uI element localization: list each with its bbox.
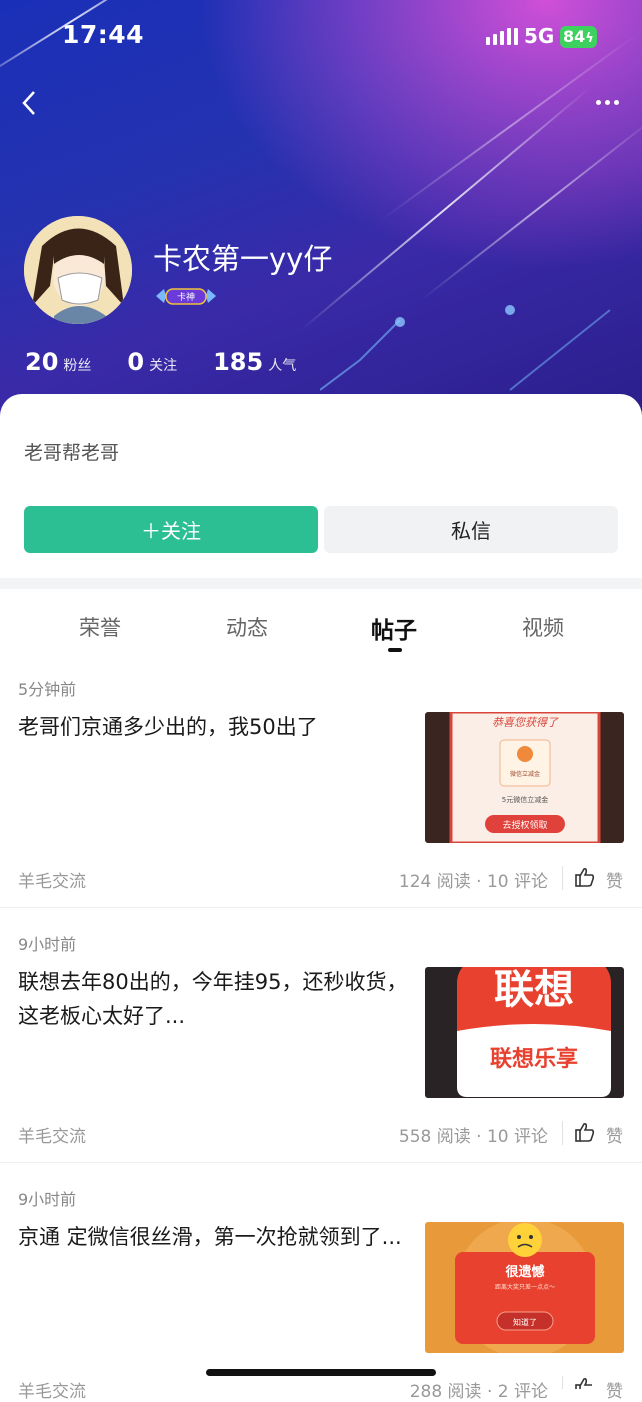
post-category[interactable]: 羊毛交流 [18,867,86,892]
network-label: 5G [524,24,555,48]
status-time: 17:44 [62,20,145,49]
thumb-sub: 联想乐享 [490,1046,578,1072]
more-options-icon[interactable] [596,100,619,105]
tab-videos[interactable]: 视频 [522,612,564,642]
thumb-sub: 5元微信立减金 [502,795,548,804]
thumbs-up-icon[interactable] [574,866,596,888]
thumb-header: 恭喜您获得了 [492,716,559,729]
profile-bio: 老哥帮老哥 [24,442,120,464]
post-time: 9小时前 [18,935,77,954]
home-indicator[interactable] [206,1369,436,1376]
thumb-big: 联想 [494,967,574,1013]
post-category[interactable]: 羊毛交流 [18,1377,86,1402]
like-label[interactable]: 赞 [606,1377,623,1402]
like-label[interactable]: 赞 [606,867,623,892]
post-title[interactable]: 老哥们京通多少出的，我50出了 [18,710,413,744]
post-title[interactable]: 京通 定微信很丝滑，第一次抢就领到了... [18,1220,413,1254]
like-label[interactable]: 赞 [606,1122,623,1147]
battery-icon: 84ϟ [560,26,597,48]
avatar[interactable] [24,216,132,324]
post-time: 9小时前 [18,1190,77,1209]
post-meta: 288 阅读 · 2 评论 [409,1382,548,1402]
followers-label: 粉丝 [63,358,92,374]
tab-honor[interactable]: 荣誉 [79,612,121,642]
followers-count: 20 [25,348,59,376]
active-tab-indicator [388,648,402,652]
thumb-button: 知道了 [513,1317,537,1327]
follow-button[interactable]: ＋关注 [24,506,318,553]
profile-stats: 20 粉丝 0 关注 185 人气 [25,348,332,376]
post-title[interactable]: 联想去年80出的，今年挂95，还秒收货，这老板心太好了... [18,965,413,1033]
thumbs-up-icon[interactable] [574,1121,596,1143]
post-thumbnail[interactable]: 很遗憾 距离大奖只差一点点～ 知道了 [425,1222,624,1353]
kashen-badge-icon: 卡神 [156,288,216,305]
tab-activity[interactable]: 动态 [226,612,268,642]
post-time: 5分钟前 [18,680,77,699]
thumb-sub: 距离大奖只差一点点～ [495,1283,555,1291]
post-category[interactable]: 羊毛交流 [18,1122,86,1147]
section-divider [0,578,642,589]
tab-posts[interactable]: 帖子 [371,611,417,645]
post-meta: 558 阅读 · 10 评论 [398,1127,548,1147]
post-meta: 124 阅读 · 10 评论 [398,872,548,892]
thumb-button: 去授权领取 [502,819,547,831]
thumb-card: 微信立减金 [510,770,540,778]
back-arrow-icon[interactable] [18,88,48,118]
message-button[interactable]: 私信 [324,506,618,553]
popularity-count: 185 [213,348,264,376]
following-label: 关注 [149,358,178,374]
following-count: 0 [127,348,145,376]
post-thumbnail[interactable]: 联想 联想乐享 [425,967,624,1098]
profile-name: 卡农第一yy仔 [153,242,333,276]
thumb-header: 很遗憾 [505,1264,544,1280]
signal-icon [486,28,518,45]
popularity-label: 人气 [268,358,297,374]
thumbs-up-icon[interactable] [574,1376,596,1389]
badge-label: 卡神 [177,291,195,303]
post-thumbnail[interactable]: 恭喜您获得了 微信立减金 5元微信立减金 去授权领取 [425,712,624,843]
